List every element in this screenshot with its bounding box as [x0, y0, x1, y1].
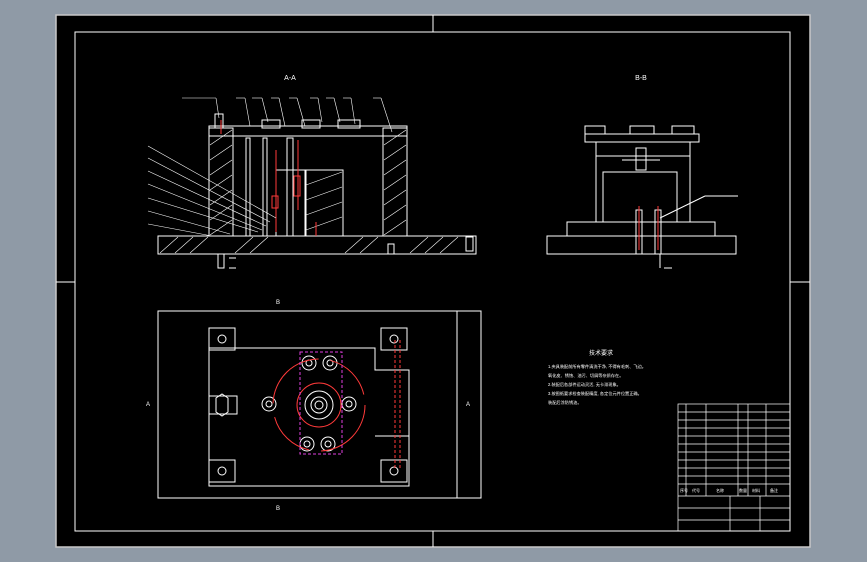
notes-line-5: 装配后涂防锈油。 — [548, 399, 582, 406]
col-no: 序号 — [680, 487, 688, 493]
col-name: 名称 — [716, 487, 724, 493]
col-code: 代号 — [692, 487, 700, 493]
notes-line-1: 1.夹具装配前所有零件清洗干净, 不得有毛刺、飞边。 — [548, 363, 646, 370]
col-material: 材料 — [752, 487, 760, 493]
cut-label-a-right: A — [466, 402, 470, 408]
cut-label-a-left: A — [146, 402, 150, 408]
section-b-label: B-B — [635, 75, 647, 82]
notes-line-4: 3.按图纸要求检查装配精度, 各定位元件位置正确。 — [548, 390, 642, 397]
notes-title: 技术要求 — [589, 349, 613, 357]
drawing-sheet — [55, 14, 811, 548]
cut-label-b-top: B — [276, 300, 280, 306]
notes-line-2: 氧化皮、锈蚀、油污、切屑等杂质存在。 — [548, 372, 623, 379]
col-qty: 数量 — [739, 487, 747, 493]
cad-drawing-canvas[interactable]: A-A B-B B B A A 技术要求 1.夹具装配前所有零件清洗干净, 不得… — [0, 0, 867, 562]
section-a-label: A-A — [284, 75, 296, 82]
notes-line-3: 2.装配后各部件运动灵活, 无卡滞现象。 — [548, 381, 621, 388]
cut-label-b-bottom: B — [276, 506, 280, 512]
col-remark: 备注 — [770, 487, 778, 493]
